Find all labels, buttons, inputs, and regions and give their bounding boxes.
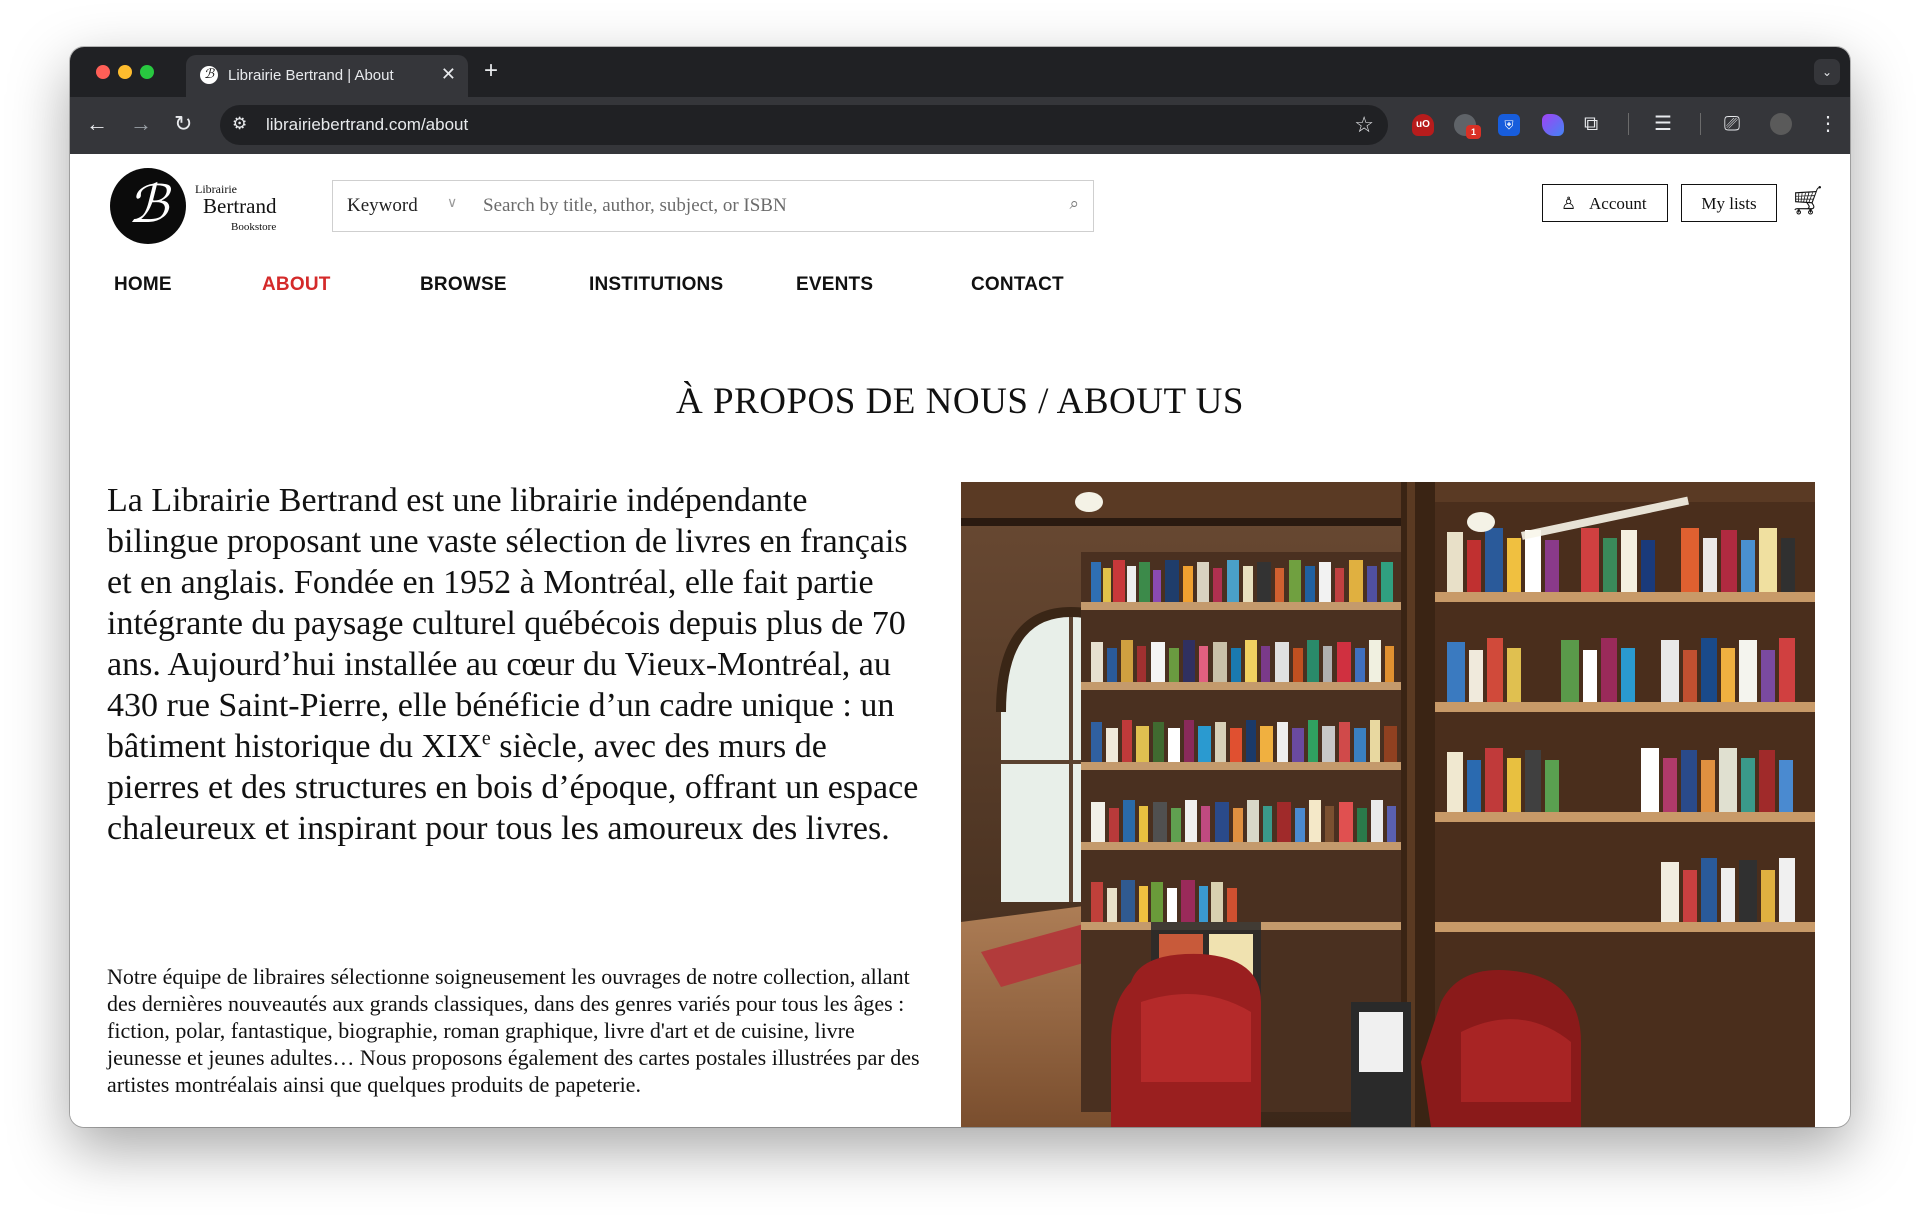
new-tab-button[interactable]: + (484, 57, 498, 85)
search-type-select[interactable]: Keyword (347, 195, 418, 217)
reading-list-icon[interactable]: ☰ (1654, 110, 1672, 138)
kebab-menu-icon[interactable]: ⋮ (1818, 110, 1838, 138)
cast-icon[interactable]: ⎚ (1724, 110, 1740, 138)
search-bar: Keyword ∨ ⌕ (332, 180, 1094, 232)
bookstore-interior-photo (961, 482, 1815, 1127)
extensions-puzzle-icon[interactable]: ⧉ (1584, 110, 1598, 138)
nav-about[interactable]: ABOUT (262, 274, 331, 296)
nav-contact[interactable]: CONTACT (971, 274, 1064, 296)
toolbar-divider (1700, 113, 1701, 135)
profile-avatar[interactable] (1770, 113, 1792, 135)
minimize-window-button[interactable] (118, 65, 132, 79)
web-page: ℬ Librairie Bertrand Bookstore Keyword ∨… (70, 154, 1850, 1127)
tab-strip: ℬ Librairie Bertrand | About ✕ + ⌄ (70, 47, 1850, 97)
tab-title: Librairie Bertrand | About (228, 67, 394, 84)
my-lists-button[interactable]: My lists (1681, 184, 1777, 222)
intro-paragraph: La Librairie Bertrand est une librairie … (107, 480, 927, 849)
forward-arrow-icon[interactable]: → (130, 111, 152, 137)
close-window-button[interactable] (96, 65, 110, 79)
tab-close-icon[interactable]: ✕ (441, 64, 456, 85)
nav-browse[interactable]: BROWSE (420, 274, 507, 296)
logo-icon[interactable]: ℬ (110, 168, 186, 244)
purple-extension-icon[interactable] (1542, 114, 1564, 136)
nav-institutions[interactable]: INSTITUTIONS (589, 274, 723, 296)
nav-events[interactable]: EVENTS (796, 274, 873, 296)
extension-badge: 1 (1466, 125, 1481, 139)
bookstore-illustration (961, 482, 1815, 1127)
bookmark-star-icon[interactable]: ☆ (1354, 112, 1374, 138)
account-button[interactable]: ♙ Account (1542, 184, 1668, 222)
cart-icon[interactable]: 🛒︎ (1790, 184, 1826, 217)
browser-tab-active[interactable]: ℬ Librairie Bertrand | About ✕ (186, 55, 468, 97)
intro-superscript: e (481, 727, 491, 750)
search-input[interactable] (483, 189, 1043, 223)
site-settings-icon[interactable]: ⚙ (232, 114, 247, 134)
body-paragraph: Notre équipe de libraires sélectionne so… (107, 964, 920, 1097)
chevron-down-icon[interactable]: ∨ (447, 194, 457, 211)
logo-text-name[interactable]: Bertrand (203, 194, 276, 219)
tab-search-chevron-icon[interactable]: ⌄ (1814, 59, 1840, 85)
back-arrow-icon[interactable]: ← (86, 111, 108, 137)
url-text[interactable]: librairiebertrand.com/about (266, 115, 468, 135)
maximize-window-button[interactable] (140, 65, 154, 79)
logo-text-bottom[interactable]: Bookstore (231, 221, 276, 233)
address-bar[interactable]: ⚙ librairiebertrand.com/about ☆ (220, 105, 1388, 145)
ublock-extension-icon[interactable]: uO (1412, 114, 1434, 136)
account-label: Account (1589, 194, 1647, 213)
reload-icon[interactable]: ↻ (174, 111, 192, 137)
favicon-icon: ℬ (200, 66, 218, 84)
page-title: À PROPOS DE NOUS / ABOUT US (676, 381, 1244, 422)
search-icon[interactable]: ⌕ (1069, 194, 1079, 214)
user-icon: ♙ (1561, 194, 1577, 213)
nav-home[interactable]: HOME (114, 274, 172, 296)
intro-text-part1: La Librairie Bertrand est une librairie … (107, 482, 908, 765)
browser-toolbar: ← → ↻ ⚙ librairiebertrand.com/about ☆ uO… (70, 97, 1850, 154)
toolbar-divider (1628, 113, 1629, 135)
bitwarden-extension-icon[interactable]: ⛨ (1498, 114, 1520, 136)
browser-window: ℬ Librairie Bertrand | About ✕ + ⌄ ← → ↻… (70, 47, 1850, 1127)
